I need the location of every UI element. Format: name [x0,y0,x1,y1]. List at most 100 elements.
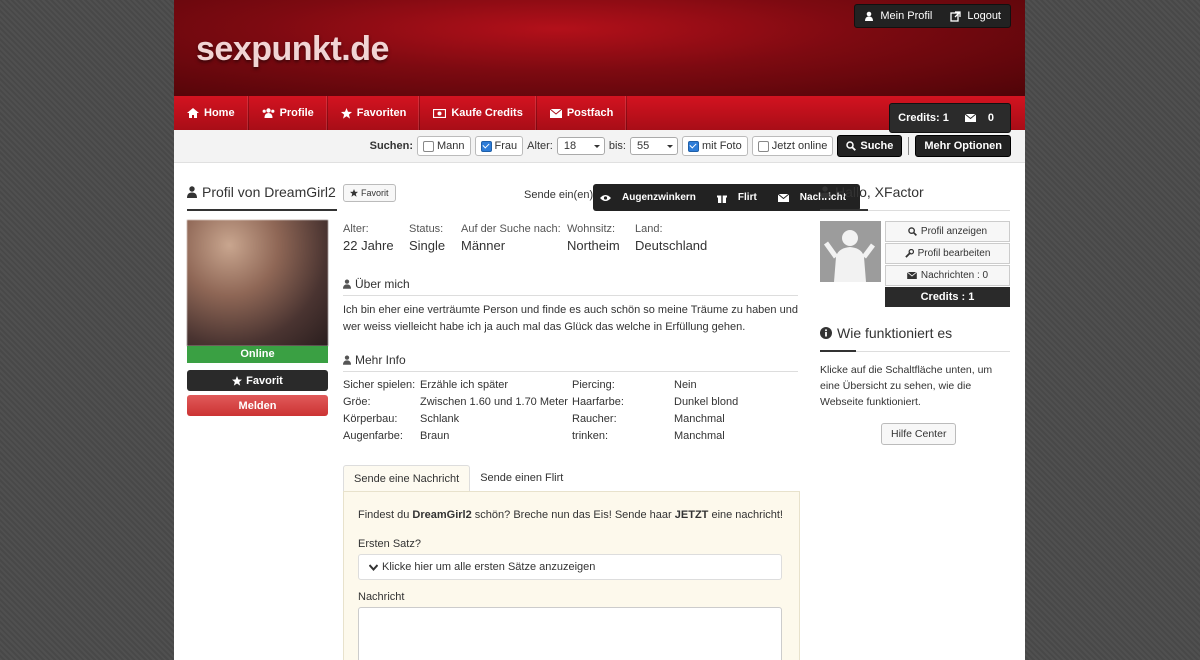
message-panel: Findest du DreamGirl2 schön? Breche nun … [343,491,800,660]
intro-text: schön? Breche nun das Eis! Sende haar [471,509,675,521]
message-label: Nachricht [358,591,405,603]
alter-from-select[interactable]: 18 [556,137,605,155]
more-options-button[interactable]: Mehr Optionen [915,135,1011,157]
flirt-button[interactable]: Flirt [710,184,771,211]
message-textarea[interactable] [358,607,782,660]
page: sexpunkt.de Mein Profil Logout Home Prof… [174,0,1025,660]
first-sentence-dropdown[interactable]: Klicke hier um alle ersten Sätze anzuzei… [358,554,782,580]
star-icon [350,189,358,197]
credits-counter[interactable]: Credits: 1 [890,104,957,132]
profile-heading: Profil von DreamGirl2 [187,184,336,200]
nav-item-profile[interactable]: Profile [249,96,328,130]
message-intro: Findest du DreamGirl2 schön? Breche nun … [358,509,783,521]
nav-item-home[interactable]: Home [174,96,249,130]
frau-label: Frau [494,140,518,152]
first-sentence-label: Ersten Satz? [358,538,421,550]
account-buttons: Profil anzeigen Profil bearbeiten Nachri… [885,221,1010,307]
messages-button[interactable]: Nachrichten : 0 [885,265,1010,286]
heading-underline [187,209,337,211]
nav-credits-group: Credits: 1 0 [889,103,1011,133]
intro-name: DreamGirl2 [412,509,472,521]
edit-profile-button[interactable]: Profil bearbeiten [885,243,1010,264]
user-icon [343,279,351,289]
fact-residence: Wohnsitz: Northeim [567,223,620,253]
profile-photo[interactable] [187,220,328,346]
view-profile-button[interactable]: Profil anzeigen [885,221,1010,242]
flirt-label: Flirt [737,192,757,203]
frau-checkbox[interactable]: Frau [474,136,524,156]
my-profile-link[interactable]: Mein Profil [855,5,941,27]
nav-item-favoriten[interactable]: Favoriten [328,96,421,130]
favorite-button-label: Favorit [246,374,283,387]
favorite-small-button[interactable]: Favorit [343,184,396,202]
heading-underline [820,209,868,211]
tab-send-message[interactable]: Sende eine Nachricht [343,465,471,492]
envelope-icon [777,193,789,202]
my-profile-label: Mein Profil [880,10,933,22]
greeting-heading: Hallo, XFactor [820,184,924,200]
nav-item-label: Profile [279,107,314,119]
wrench-icon [904,249,914,258]
money-icon [433,108,447,118]
site-logo[interactable]: sexpunkt.de [196,30,389,69]
nav-item-label: Favoriten [356,107,407,119]
envelope-icon [964,114,976,122]
mann-checkbox[interactable]: Mann [417,136,471,156]
more-key: Haarfarbe: [572,396,624,408]
search-button[interactable]: Suche [837,135,903,157]
nav-item-label: Home [204,107,235,119]
search-icon [846,141,857,151]
more-value: Manchmal [674,413,725,425]
credits-badge[interactable]: Credits : 1 [885,287,1010,307]
users-icon [262,108,274,118]
alter-label: Alter: [527,140,553,152]
wink-button[interactable]: Augenzwinkern [593,184,710,211]
divider [868,210,1010,211]
favorite-button[interactable]: Favorit [187,370,328,391]
nav-item-postfach[interactable]: Postfach [537,96,628,130]
fact-looking-for: Auf der Suche nach: Männer [461,223,561,253]
view-profile-label: Profil anzeigen [920,226,988,237]
more-value: Dunkel blond [674,396,739,408]
nav-item-credits[interactable]: Kaufe Credits [420,96,537,130]
star-icon [340,107,352,119]
fact-value: Männer [461,238,506,253]
fact-key: Wohnsitz: [567,223,616,235]
more-key: Augenfarbe: [343,430,403,442]
tab-send-flirt[interactable]: Sende einen Flirt [470,465,573,492]
avatar[interactable] [820,221,881,282]
about-text: Ich bin eher eine verträumte Person und … [343,304,798,333]
fact-key: Status: [409,223,444,235]
star-icon [232,375,243,386]
nav-item-label: Postfach [566,107,614,119]
fact-age: Alter: 22 Jahre [343,223,394,253]
more-key: Sicher spielen: [343,379,416,391]
more-key: trinken: [572,430,609,442]
about-heading: Über mich [343,277,410,291]
logout-link[interactable]: Logout [941,5,1010,27]
chevron-down-icon [369,563,378,571]
alter-to-select[interactable]: 55 [629,137,678,155]
more-value: Zwischen 1.60 und 1.70 Meter [420,396,568,408]
checkbox-box [757,140,769,152]
help-center-button[interactable]: Hilfe Center [881,423,957,445]
messages-counter[interactable]: 0 [957,104,1010,132]
messages-count: 0 [987,112,994,124]
fact-value: Deutschland [635,238,708,253]
fact-country: Land: Deutschland [635,223,707,253]
mit-foto-checkbox[interactable]: mit Foto [681,136,748,156]
how-it-works-text: Klicke auf die Schaltfläche unten, um ei… [820,364,993,408]
fact-value: Northeim [567,238,620,253]
search-button-label: Suche [860,140,894,152]
divider [908,137,910,155]
gift-icon [716,195,727,203]
heading-underline [820,350,856,352]
jetzt-online-checkbox[interactable]: Jetzt online [751,136,834,156]
edit-profile-label: Profil bearbeiten [917,248,991,259]
checkbox-box [687,140,699,152]
report-button[interactable]: Melden [187,395,328,416]
fact-status: Status: Single [409,223,445,253]
mit-foto-label: mit Foto [701,140,742,152]
eye-icon [600,194,611,201]
mann-label: Mann [437,140,465,152]
